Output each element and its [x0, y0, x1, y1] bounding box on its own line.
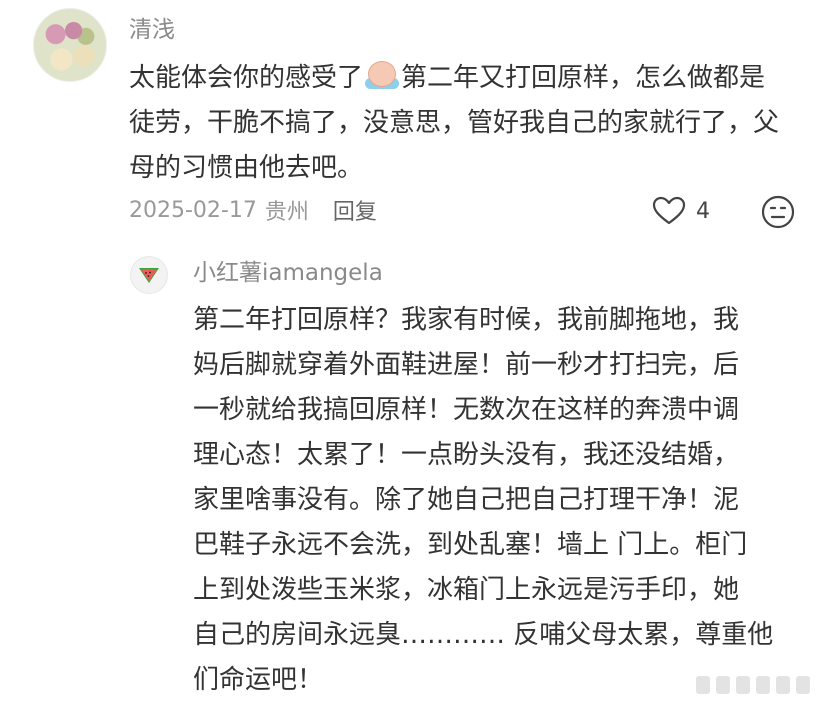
reply-button[interactable]: 回复 — [333, 194, 377, 226]
avatar[interactable] — [33, 8, 107, 82]
reply-avatar[interactable] — [130, 256, 168, 294]
crying-face-emoji-icon — [365, 59, 400, 89]
reply-text-line: 妈后脚就穿着外面鞋进屋！前一秒才打扫完，后 — [193, 350, 740, 380]
heart-icon — [652, 196, 686, 225]
comment-text: 太能体会你的感受了 第二年又打回原样，怎么做都是徒劳，干脆不搞了，没意思，管好我自… — [129, 56, 789, 191]
comment-date: 2025-02-17 — [129, 197, 257, 223]
reply-text: 第二年打回原样？我家有时候，我前脚拖地，我 妈后脚就穿着外面鞋进屋！前一秒才打扫… — [193, 298, 793, 703]
reply-text-line: 巴鞋子永远不会洗，到处乱塞！墙上 门上。柜门 — [193, 530, 748, 560]
comment-username[interactable]: 清浅 — [129, 14, 175, 46]
reply-text-line: 第二年打回原样？我家有时候，我前脚拖地，我 — [193, 305, 740, 335]
emoji-react-button[interactable] — [761, 195, 795, 233]
comment-text-part-1: 太能体会你的感受了 — [129, 63, 364, 93]
comment-location: 贵州 — [264, 200, 309, 225]
comment-meta: 2025-02-17 贵州 回复 — [129, 193, 377, 227]
reply-text-line: 自己的房间永远臭………… 反哺父母太累，尊重他 — [193, 620, 774, 650]
reply-text-line: 理心态！太累了！一点盼头没有，我还没结婚， — [193, 440, 740, 470]
watermelon-icon — [139, 268, 159, 283]
reply-text-line: 家里啥事没有。除了她自己把自己打理干净！泥 — [193, 485, 740, 515]
reply-text-line: 上到处泼些玉米浆，冰箱门上永远是污手印，她 — [193, 575, 740, 605]
like-count: 4 — [696, 198, 710, 224]
reply-text-line: 一秒就给我搞回原样！无数次在这样的奔溃中调 — [193, 395, 740, 425]
watermark — [696, 676, 810, 694]
smiley-face-icon — [761, 195, 795, 229]
like-button[interactable]: 4 — [652, 196, 710, 226]
reply-username[interactable]: 小红薯iamangela — [193, 257, 383, 289]
